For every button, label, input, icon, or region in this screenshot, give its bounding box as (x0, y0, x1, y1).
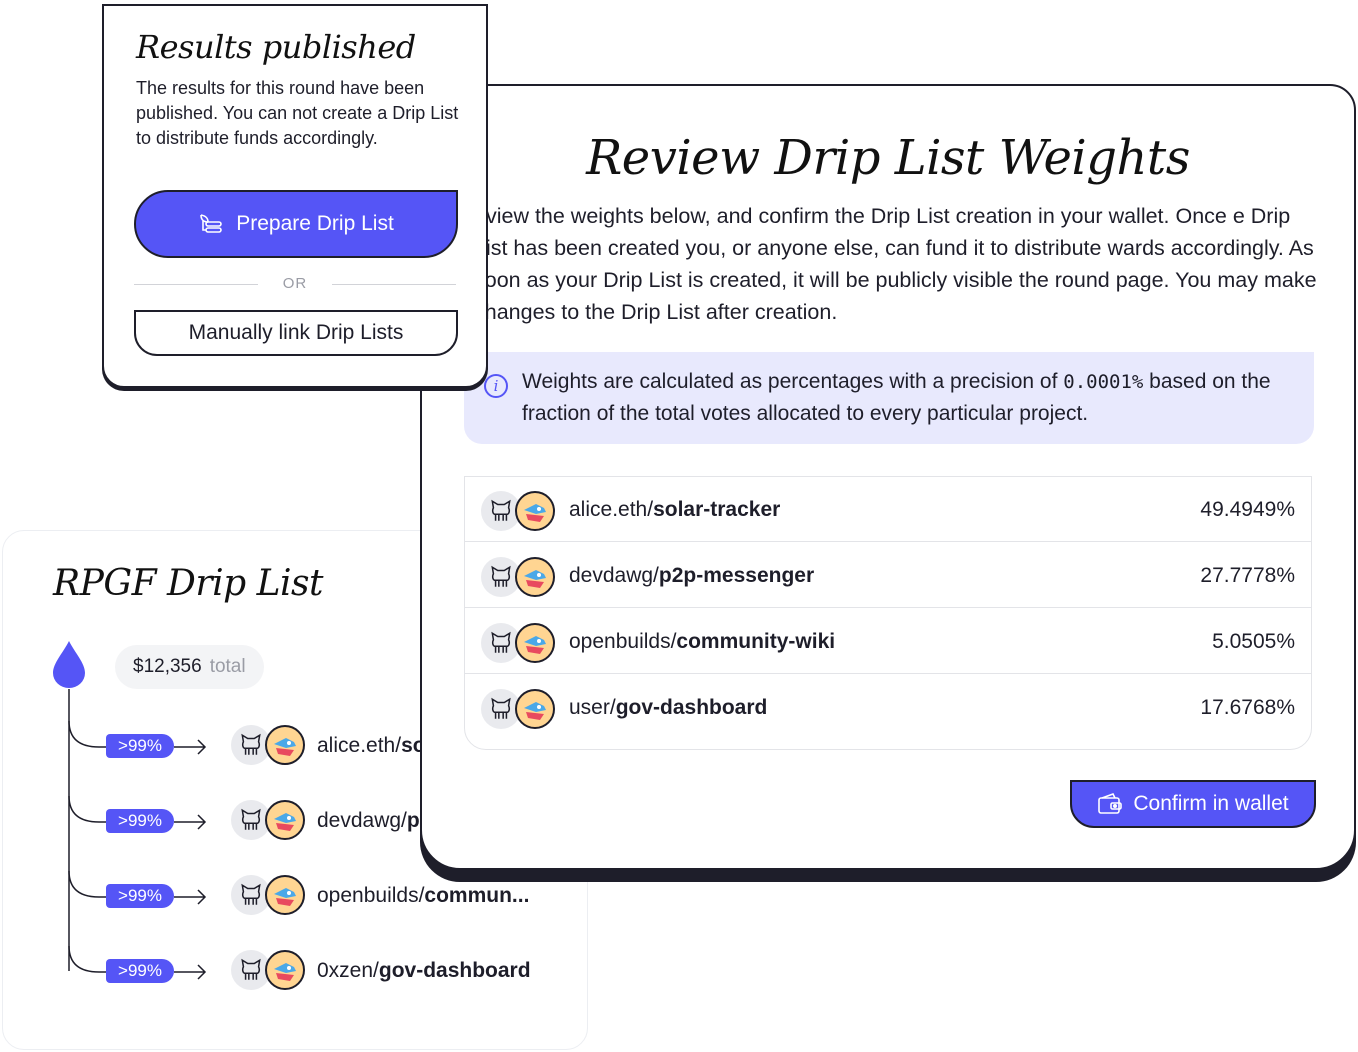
list-item[interactable]: >99% 0xzen/gov-dashboard (3, 950, 589, 994)
review-title: Review Drip List Weights (586, 130, 1190, 186)
split-badge: >99% (106, 734, 174, 758)
results-title: Results published (136, 28, 416, 66)
project-avatar-icon (265, 800, 305, 840)
avatar-pair (231, 875, 311, 919)
info-icon: i (484, 374, 508, 398)
split-badge: >99% (106, 884, 174, 908)
split-badge: >99% (106, 809, 174, 833)
project-avatar-icon (515, 491, 555, 531)
total-amount-pill: $12,356 total (115, 645, 264, 689)
project-name: openbuilds/community-wiki (569, 630, 836, 653)
project-name: openbuilds/commun... (317, 884, 530, 907)
results-published-card: Results published The results for this r… (102, 4, 488, 388)
avatar-pair (231, 950, 311, 994)
drop-icon (53, 641, 85, 688)
weight-percent: 5.0505% (1212, 630, 1295, 653)
results-description: The results for this round have been pub… (136, 78, 459, 148)
table-row: alice.eth/solar-tracker 49.4949% (465, 477, 1311, 542)
project-avatar-icon (265, 725, 305, 765)
project-name: alice.eth/solar-tracker (569, 498, 781, 521)
review-description: eview the weights below, and confirm the… (474, 204, 1317, 324)
manually-link-drip-lists-button[interactable]: Manually link Drip Lists (134, 310, 458, 356)
confirm-in-wallet-button[interactable]: Confirm in wallet (1070, 780, 1316, 828)
project-name: devdawg/p2p-messenger (569, 564, 815, 587)
project-avatar-icon (515, 557, 555, 597)
review-weights-card: Review Drip List Weights eview the weigh… (420, 84, 1356, 870)
weight-percent: 17.6768% (1200, 696, 1295, 719)
weight-percent: 49.4949% (1200, 498, 1295, 521)
prepare-label: Prepare Drip List (236, 212, 394, 235)
wallet-icon (1098, 793, 1123, 814)
table-row: devdawg/p2p-messenger 27.7778% (465, 543, 1311, 608)
avatar-pair (481, 557, 561, 601)
avatar-pair (481, 491, 561, 535)
info-callout: i Weights are calculated as percentages … (464, 352, 1314, 444)
total-label: total (209, 656, 246, 677)
confirm-label: Confirm in wallet (1133, 792, 1289, 815)
table-row: openbuilds/community-wiki 5.0505% (465, 609, 1311, 674)
weights-table: alice.eth/solar-tracker 49.4949% devdawg… (464, 476, 1312, 750)
avatar-pair (231, 800, 311, 844)
avatar-pair (231, 725, 311, 769)
project-name: user/gov-dashboard (569, 696, 768, 719)
split-badge: >99% (106, 959, 174, 983)
project-avatar-icon (515, 689, 555, 729)
or-divider: OR (134, 274, 456, 294)
project-avatar-icon (265, 950, 305, 990)
weight-percent: 27.7778% (1200, 564, 1295, 587)
project-name: 0xzen/gov-dashboard (317, 959, 531, 982)
project-avatar-icon (515, 623, 555, 663)
total-amount: $12,356 (133, 656, 202, 677)
avatar-pair (481, 623, 561, 667)
table-row: user/gov-dashboard 17.6768% (465, 675, 1311, 739)
avatar-pair (481, 689, 561, 733)
list-item[interactable]: >99% openbuilds/commun... (3, 875, 589, 919)
drip-list-icon (200, 214, 223, 233)
info-text: Weights are calculated as percentages wi… (522, 370, 1271, 425)
prepare-drip-list-button[interactable]: Prepare Drip List (134, 190, 458, 258)
project-avatar-icon (265, 875, 305, 915)
